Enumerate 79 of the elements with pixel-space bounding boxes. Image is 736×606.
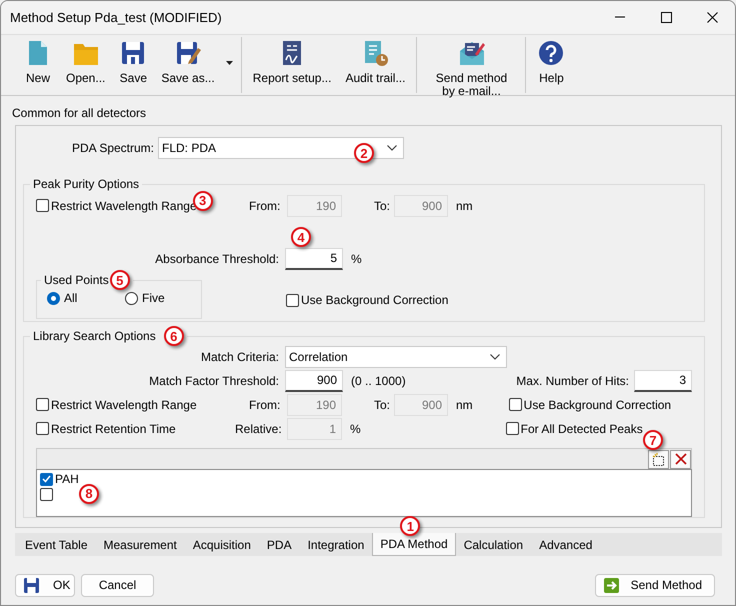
group-title: Peak Purity Options [33, 177, 140, 191]
chevron-down-icon [387, 145, 397, 151]
tab[interactable]: Integration [300, 535, 372, 556]
toolbar-button[interactable]: Audit trail... [338, 35, 412, 95]
field-label: From: [249, 398, 282, 412]
field-label: To: [374, 198, 392, 214]
checkbox-label: Restrict Retention Time [51, 422, 176, 436]
callout-number: 4 [291, 227, 311, 247]
floppy-pencil-icon [174, 39, 202, 67]
send-method-button[interactable]: Send Method [594, 574, 715, 597]
toolbar-button[interactable]: Send method by e-mail... [421, 35, 522, 95]
field-label: Absorbance Threshold: [154, 252, 279, 266]
caret-icon [226, 61, 233, 65]
group-title: Library Search Options [33, 329, 156, 343]
field-label: Relative: [235, 422, 283, 436]
checkbox[interactable] [40, 472, 53, 486]
arrow-right-icon [604, 578, 619, 593]
checkbox[interactable] [286, 294, 299, 307]
checkbox[interactable] [36, 422, 49, 436]
radio-label: All [64, 291, 78, 306]
callout-number: 8 [79, 484, 99, 504]
tab[interactable]: Calculation [456, 535, 532, 556]
close-icon [674, 453, 686, 465]
unit-label: nm [456, 398, 473, 412]
close-icon [706, 12, 718, 23]
callout-number: 6 [164, 326, 184, 346]
checkbox[interactable] [508, 398, 522, 412]
checkbox-label: Use Background Correction [301, 293, 448, 308]
unit-label: % [350, 422, 361, 436]
unit-label: nm [456, 198, 473, 214]
toolbar-button[interactable]: Save [112, 35, 154, 95]
group-title: Used Points [44, 273, 109, 287]
toolbar-button[interactable]: Open... [59, 35, 112, 95]
callout-number: 7 [643, 430, 663, 450]
delete-button[interactable] [670, 450, 691, 468]
add-button[interactable] [648, 450, 669, 468]
radio-button[interactable] [47, 292, 60, 305]
toolbar-button[interactable]: Report setup... [246, 35, 338, 95]
toolbar-button[interactable]: New [17, 35, 59, 95]
help-icon [537, 39, 566, 67]
checkbox-label: Restrict Wavelength Range [51, 398, 197, 412]
chevron-down-icon [490, 354, 500, 360]
field-label: PDA Spectrum: [70, 140, 154, 156]
section-title: Common for all detectors [12, 106, 146, 120]
tab[interactable]: PDA [258, 535, 300, 556]
tab[interactable]: Measurement [96, 535, 185, 556]
checkbox[interactable] [36, 199, 49, 212]
dropdown[interactable]: Correlation [285, 346, 507, 368]
checkbox-label: PAH [55, 472, 79, 487]
checkbox[interactable] [40, 488, 53, 501]
radio-label: Five [142, 291, 165, 306]
maximize-icon [660, 12, 672, 23]
checkbox-label: Use Background Correction [524, 398, 672, 412]
toolbar-button[interactable]: Save as... [154, 35, 222, 95]
checkbox[interactable] [506, 422, 519, 436]
tab[interactable]: PDA Method [372, 533, 456, 556]
field-label: Match Factor Threshold: [148, 374, 279, 388]
window-title: Method Setup Pda_test (MODIFIED) [10, 10, 223, 26]
cancel-button[interactable]: Cancel [81, 574, 154, 597]
tab[interactable]: Event Table [17, 535, 96, 556]
tab[interactable]: Acquisition [184, 535, 259, 556]
range-label: (0 .. 1000) [351, 374, 406, 388]
checkbox-label: For All Detected Peaks [520, 422, 643, 436]
toolbar-button[interactable]: Help [530, 35, 572, 95]
callout-number: 5 [110, 270, 130, 290]
input-field[interactable]: 3 [634, 370, 692, 392]
unit-label: % [351, 252, 362, 266]
field-label: Match Criteria: [200, 350, 279, 364]
radio-button[interactable] [125, 292, 138, 305]
input-field[interactable]: 5 [285, 248, 343, 270]
ok-button[interactable]: OK [15, 574, 75, 597]
checkbox[interactable] [36, 398, 49, 412]
field-label: From: [249, 198, 282, 214]
input-field[interactable]: 900 [285, 370, 343, 392]
field-label: To: [374, 398, 392, 412]
tab[interactable]: Advanced [531, 535, 600, 556]
envelope-icon [457, 39, 486, 67]
field-label: Max. Number of Hits: [516, 374, 629, 388]
new-item-icon [652, 452, 665, 466]
